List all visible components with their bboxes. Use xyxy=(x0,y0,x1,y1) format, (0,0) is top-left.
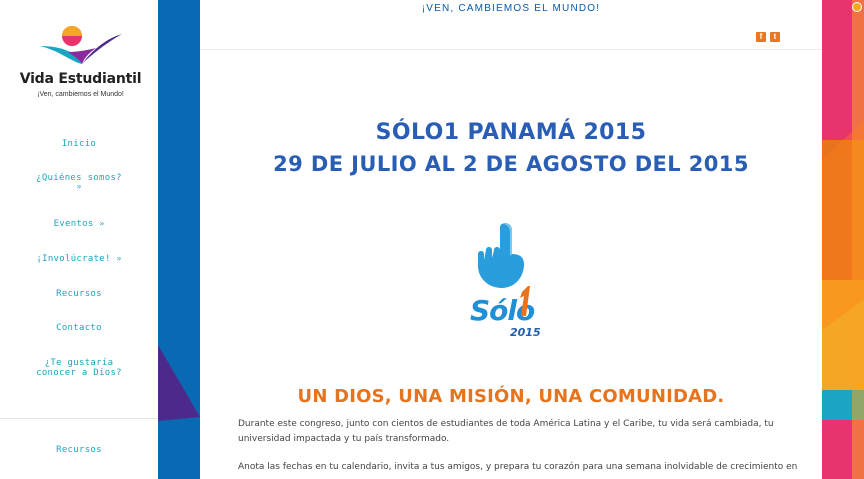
sidebar-divider xyxy=(0,418,158,419)
page-title: SÓLO1 PANAMÁ 2015 xyxy=(375,120,647,145)
header-divider xyxy=(200,49,822,50)
vida-estudiantil-logo-icon xyxy=(40,26,122,64)
orange-one-icon xyxy=(520,286,530,316)
intro-paragraph: Durante este congreso, junto con cientos… xyxy=(238,419,774,444)
nav-item-conocer-a-dios[interactable]: ¿Te gustaría conocer a Dios? xyxy=(0,358,158,378)
sidebar: Vida Estudiantil ¡Ven, cambiemos el Mund… xyxy=(0,0,158,479)
nav-item-recursos[interactable]: Recursos xyxy=(0,289,158,299)
nav-item-eventos[interactable]: Eventos » xyxy=(0,219,158,229)
settings-gear-icon[interactable] xyxy=(852,2,862,12)
nav-item-label: ¿Te gustaría xyxy=(44,358,114,368)
solo-logo-year: 2015 xyxy=(510,326,541,339)
diagonal-color-overlay xyxy=(822,0,864,479)
raised-finger-hand-icon xyxy=(478,223,524,288)
nav-item-label: ¡Involúcrate! xyxy=(36,254,111,264)
solo1-event-logo: Sólo 2015 xyxy=(466,220,556,345)
site-logo[interactable]: Vida Estudiantil ¡Ven, cambiemos el Mund… xyxy=(18,24,143,104)
brand-tagline: ¡Ven, cambiemos el Mundo! xyxy=(37,91,124,98)
event-dates: 29 DE JULIO AL 2 DE AGOSTO DEL 2015 xyxy=(273,152,749,176)
decorative-purple-triangle xyxy=(158,345,200,421)
facebook-icon[interactable]: f xyxy=(756,32,766,42)
social-links: f t xyxy=(756,32,780,42)
second-paragraph: Anota las fechas en tu calendario, invit… xyxy=(238,462,798,472)
chevron-down-icon: » xyxy=(99,219,105,228)
footer-nav-recursos[interactable]: Recursos xyxy=(0,445,158,455)
nav-item-contacto[interactable]: Contacto xyxy=(0,323,158,333)
nav-item-involucrate[interactable]: ¡Involúcrate! » xyxy=(0,254,158,264)
chevron-down-icon: » xyxy=(116,254,122,263)
nav-item-inicio[interactable]: Inicio xyxy=(0,139,158,149)
brand-name: Vida Estudiantil xyxy=(19,71,142,87)
nav-item-label: Eventos xyxy=(53,219,94,229)
nav-item-label: conocer a Dios? xyxy=(36,368,122,378)
main-content: ¡VEN, CAMBIEMOS EL MUNDO! f t SÓLO1 PANA… xyxy=(200,0,822,479)
header-banner: ¡VEN, CAMBIEMOS EL MUNDO! xyxy=(421,3,601,14)
nav-item-quienes-somos[interactable]: ¿Quiénes somos? » xyxy=(0,173,158,191)
decorative-color-edge xyxy=(822,0,864,479)
mission-heading: UN DIOS, UNA MISIÓN, UNA COMUNIDAD. xyxy=(297,386,725,407)
chevron-down-icon: » xyxy=(76,182,82,191)
twitter-icon[interactable]: t xyxy=(770,32,780,42)
